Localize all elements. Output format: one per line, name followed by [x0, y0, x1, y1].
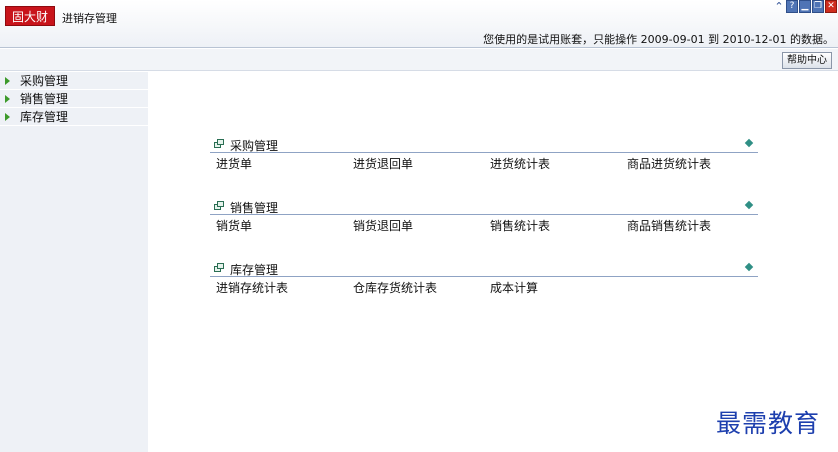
- link-sales-order[interactable]: 销货单: [216, 217, 252, 234]
- restore-icon[interactable]: ❐: [812, 0, 824, 13]
- section-title: 库存管理: [230, 263, 279, 277]
- help-center-button[interactable]: 帮助中心: [782, 52, 832, 69]
- link-sales-stats[interactable]: 销售统计表: [490, 217, 550, 234]
- section-sales: 销售管理 销货单 销货退回单 销售统计表 商品销售统计表: [210, 198, 758, 235]
- section-links: 进销存统计表 仓库存货统计表 成本计算: [210, 277, 758, 297]
- section-title: 采购管理: [230, 139, 279, 153]
- section-links: 销货单 销货退回单 销售统计表 商品销售统计表: [210, 215, 758, 235]
- expand-diamond-icon[interactable]: [745, 139, 754, 148]
- link-purchase-stats[interactable]: 进货统计表: [490, 155, 550, 172]
- sidebar-item-inventory[interactable]: 库存管理: [0, 108, 148, 126]
- link-inventory-stats[interactable]: 进销存统计表: [216, 279, 288, 296]
- link-sales-return[interactable]: 销货退回单: [353, 217, 413, 234]
- collapse-up-icon[interactable]: ⌃: [773, 0, 785, 13]
- sidebar-item-purchase[interactable]: 采购管理: [0, 72, 148, 90]
- watermark: 最需教育: [716, 409, 821, 438]
- sidebar-item-label: 库存管理: [20, 110, 69, 124]
- minimize-icon[interactable]: ▁: [799, 0, 811, 13]
- section-header: 库存管理: [210, 260, 758, 277]
- window-stack-icon: [214, 263, 224, 272]
- window-stack-icon: [214, 139, 224, 148]
- window-stack-icon: [214, 201, 224, 210]
- arrow-right-icon: [5, 94, 10, 103]
- arrow-right-icon: [5, 76, 10, 85]
- app-logo: 固大财: [5, 6, 55, 26]
- sidebar-item-sales[interactable]: 销售管理: [0, 90, 148, 108]
- app-header: 固大财 进销存管理 ⌃ ? ▁ ❐ ✕ 您使用的是试用账套，只能操作 2009-…: [0, 0, 838, 48]
- module-title: 进销存管理: [62, 12, 117, 25]
- section-purchase: 采购管理 进货单 进货退回单 进货统计表 商品进货统计表: [210, 136, 758, 173]
- section-header: 采购管理: [210, 136, 758, 153]
- link-purchase-return[interactable]: 进货退回单: [353, 155, 413, 172]
- link-purchase-order[interactable]: 进货单: [216, 155, 252, 172]
- link-cost-calculation[interactable]: 成本计算: [490, 279, 538, 296]
- help-icon[interactable]: ?: [786, 0, 798, 13]
- link-product-sales-stats[interactable]: 商品销售统计表: [627, 217, 711, 234]
- trial-notice: 您使用的是试用账套，只能操作 2009-09-01 到 2010-12-01 的…: [483, 33, 834, 46]
- expand-diamond-icon[interactable]: [745, 201, 754, 210]
- arrow-right-icon: [5, 112, 10, 121]
- expand-diamond-icon[interactable]: [745, 263, 754, 272]
- section-inventory: 库存管理 进销存统计表 仓库存货统计表 成本计算: [210, 260, 758, 297]
- sidebar-item-label: 采购管理: [20, 74, 69, 88]
- link-warehouse-stock-stats[interactable]: 仓库存货统计表: [353, 279, 437, 296]
- section-title: 销售管理: [230, 201, 279, 215]
- window-controls: ⌃ ? ▁ ❐ ✕: [773, 0, 837, 14]
- link-product-purchase-stats[interactable]: 商品进货统计表: [627, 155, 711, 172]
- section-links: 进货单 进货退回单 进货统计表 商品进货统计表: [210, 153, 758, 173]
- sidebar: 采购管理 销售管理 库存管理: [0, 72, 148, 452]
- sidebar-item-label: 销售管理: [20, 92, 69, 106]
- toolbar-strip: 帮助中心: [0, 49, 838, 71]
- section-header: 销售管理: [210, 198, 758, 215]
- close-icon[interactable]: ✕: [825, 0, 837, 13]
